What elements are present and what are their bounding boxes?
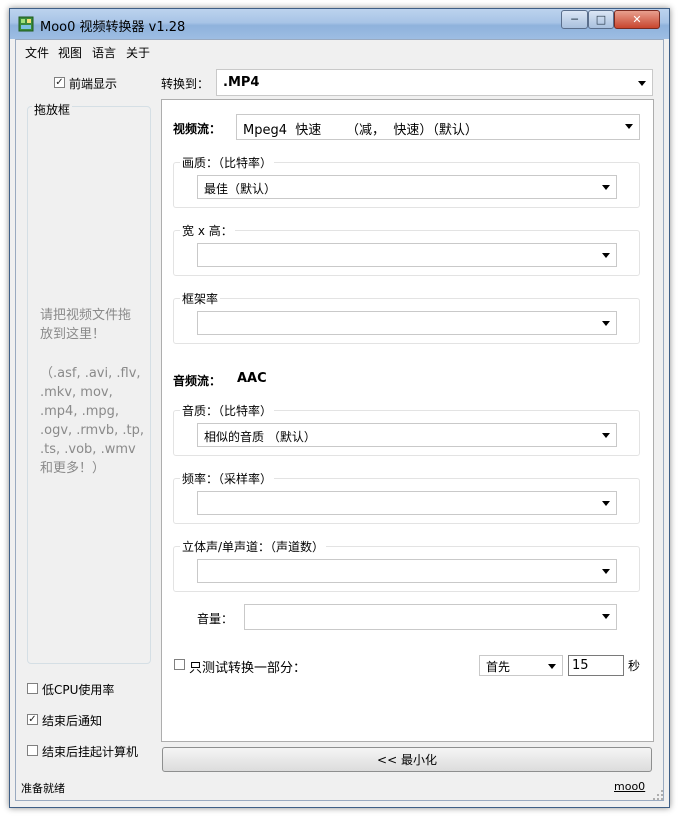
status-text: 准备就绪 <box>21 782 65 795</box>
frame-size-select[interactable] <box>197 243 617 267</box>
format-line: .mp4, .mpg, <box>40 404 120 419</box>
format-list: （.asf, .avi, .flv, .mkv, mov, .mp4, .mpg… <box>40 364 144 478</box>
minimize-window-button[interactable]: ─ <box>561 10 588 29</box>
chevron-down-icon <box>602 433 610 438</box>
menu-bar: 文件 视图 语言 关于 <box>16 40 663 62</box>
sample-rate-select[interactable] <box>197 491 617 515</box>
test-position-value: 首先 <box>486 660 511 674</box>
test-position-select[interactable]: 首先 <box>479 655 563 676</box>
chevron-down-icon <box>625 124 633 129</box>
format-line: .ogv, .rmvb, .tp, <box>40 423 145 438</box>
ontop-label: 前端显示 <box>69 77 118 91</box>
maximize-icon: □ <box>595 13 607 26</box>
low-cpu-checkbox[interactable] <box>27 683 38 694</box>
low-cpu-label: 低CPU使用率 <box>42 683 115 697</box>
maximize-window-button[interactable]: □ <box>588 10 614 29</box>
close-window-button[interactable]: ✕ <box>614 10 660 29</box>
video-quality-value: 最佳（默认） <box>204 182 277 196</box>
channels-label: 立体声/单声道：（声道数） <box>180 538 327 555</box>
minimize-button[interactable]: << 最小化 <box>162 747 652 772</box>
convert-to-select[interactable]: .MP4 <box>216 69 653 96</box>
format-line: .ts, .vob, .wmv <box>40 442 136 457</box>
drop-hint-line: 请把视频文件拖 <box>40 308 132 323</box>
menu-language[interactable]: 语言 <box>92 44 116 61</box>
drop-hint: 请把视频文件拖 放到这里！ <box>40 306 131 344</box>
audio-quality-label: 音质：（比特率） <box>180 402 275 419</box>
notify-label: 结束后通知 <box>42 714 103 728</box>
audio-codec-value: AAC <box>237 371 267 386</box>
video-quality-label: 画质：（比特率） <box>180 154 275 171</box>
window-title: Moo0 视频转换器 v1.28 <box>40 20 186 35</box>
test-seconds-value: 15 <box>572 658 589 673</box>
sample-rate-label: 频率：（采样率） <box>180 470 275 487</box>
chevron-down-icon <box>602 501 610 506</box>
menu-file[interactable]: 文件 <box>25 44 49 61</box>
checkmark-icon: ✓ <box>55 76 64 88</box>
drop-hint-line: 放到这里！ <box>40 327 106 342</box>
audio-quality-value: 相似的音质 （默认） <box>204 430 316 444</box>
frame-size-label: 宽 x 高： <box>180 222 235 239</box>
video-codec-select[interactable]: Mpeg4 快速 （减， 快速）（默认） <box>236 114 640 140</box>
convert-to-label: 转换到： <box>161 77 210 91</box>
test-part-label: 只测试转换一部分： <box>189 661 307 676</box>
video-codec-value: Mpeg4 快速 （减， 快速）（默认） <box>243 123 478 138</box>
volume-select[interactable] <box>244 604 617 630</box>
suspend-checkbox[interactable] <box>27 745 38 756</box>
suspend-label: 结束后挂起计算机 <box>42 745 139 759</box>
convert-to-value: .MP4 <box>223 75 260 90</box>
test-part-checkbox[interactable] <box>174 659 185 670</box>
test-seconds-input[interactable]: 15 <box>568 655 624 676</box>
drop-box-title: 拖放框 <box>32 101 73 118</box>
chevron-down-icon <box>602 569 610 574</box>
close-icon: ✕ <box>632 13 642 26</box>
audio-stream-label: 音频流： <box>173 374 222 388</box>
volume-label: 音量： <box>197 612 234 626</box>
chevron-down-icon <box>602 253 610 258</box>
frame-rate-select[interactable] <box>197 311 617 335</box>
minimize-icon: ─ <box>571 13 578 26</box>
menu-about[interactable]: 关于 <box>126 44 150 61</box>
chevron-down-icon <box>548 664 556 669</box>
app-icon <box>18 16 34 32</box>
chevron-down-icon <box>602 185 610 190</box>
chevron-down-icon <box>602 321 610 326</box>
chevron-down-icon <box>602 614 610 619</box>
video-stream-label: 视频流： <box>173 122 222 136</box>
channels-select[interactable] <box>197 559 617 583</box>
frame-rate-label: 框架率 <box>180 290 221 307</box>
format-line: （.asf, .avi, .flv, <box>40 366 141 381</box>
menu-view[interactable]: 视图 <box>58 44 82 61</box>
moo0-link[interactable]: moo0 <box>614 780 645 793</box>
audio-quality-select[interactable]: 相似的音质 （默认） <box>197 423 617 447</box>
ontop-checkbox[interactable]: ✓ <box>54 77 65 88</box>
seconds-unit-label: 秒 <box>628 659 641 673</box>
format-line: .mkv, mov, <box>40 385 113 400</box>
video-quality-select[interactable]: 最佳（默认） <box>197 175 617 199</box>
resize-grip-icon[interactable] <box>652 789 664 801</box>
notify-checkbox[interactable]: ✓ <box>27 714 38 725</box>
chevron-down-icon <box>638 81 646 86</box>
checkmark-icon: ✓ <box>28 713 37 725</box>
format-line: 和更多！） <box>40 461 106 476</box>
title-bar[interactable]: Moo0 视频转换器 v1.28 ─ □ ✕ <box>10 9 669 39</box>
